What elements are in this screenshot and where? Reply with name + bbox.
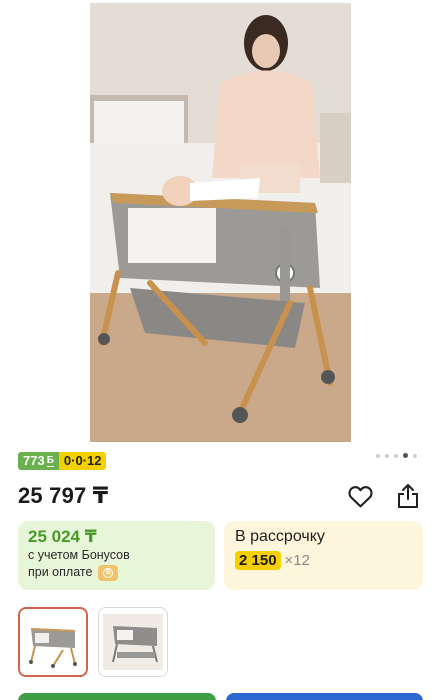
bonus-price-line1: с учетом Бонусов	[28, 548, 130, 562]
installment-title: В рассрочку	[235, 528, 325, 545]
installment-monthly: 2 150	[235, 551, 281, 570]
pagination-dot[interactable]	[413, 453, 417, 458]
bonus-badge-value: 773	[23, 453, 45, 468]
pagination-dot[interactable]	[385, 453, 389, 458]
product-actions	[347, 483, 421, 509]
bonus-badge: 773 Б	[18, 452, 59, 470]
baby-crib-photo	[90, 3, 351, 442]
bonus-price-card[interactable]: 25 024 ₸ с учетом Бонусов при оплате Б	[18, 521, 215, 590]
bonus-price-line2: при оплате	[28, 565, 93, 579]
bonus-price-line2-row: при оплате Б	[28, 564, 205, 581]
thumbnail-1[interactable]	[18, 607, 88, 677]
bonus-price-amount: 25 024 ₸	[28, 527, 97, 546]
buy-installment-button[interactable]	[225, 693, 423, 700]
crib-thumbnail-image	[103, 614, 163, 670]
heart-icon[interactable]	[347, 483, 373, 509]
share-icon[interactable]	[395, 483, 421, 509]
installment-card[interactable]: В рассрочку 2 150 ×12	[224, 521, 423, 590]
bonus-badge-mark: Б	[46, 454, 54, 467]
pagination-dot-active[interactable]	[403, 453, 408, 458]
installment-row: 2 150 ×12	[235, 551, 412, 570]
product-price: 25 797 ₸	[18, 483, 109, 508]
add-to-cart-button[interactable]	[18, 693, 216, 700]
bottom-action-buttons	[18, 693, 423, 700]
product-badges: 773 Б 0·0·12	[18, 452, 107, 470]
gallery-pagination[interactable]	[376, 453, 417, 458]
pagination-dot[interactable]	[394, 453, 398, 458]
product-main-image[interactable]	[90, 3, 351, 442]
installment-multiplier: ×12	[284, 552, 310, 569]
bonus-coin-icon: Б	[98, 564, 119, 581]
gallery-thumbnails	[18, 607, 168, 677]
thumbnail-2[interactable]	[98, 607, 168, 677]
installment-badge: 0·0·12	[58, 452, 107, 470]
pagination-dot[interactable]	[376, 453, 380, 458]
crib-thumbnail-image	[29, 628, 77, 668]
